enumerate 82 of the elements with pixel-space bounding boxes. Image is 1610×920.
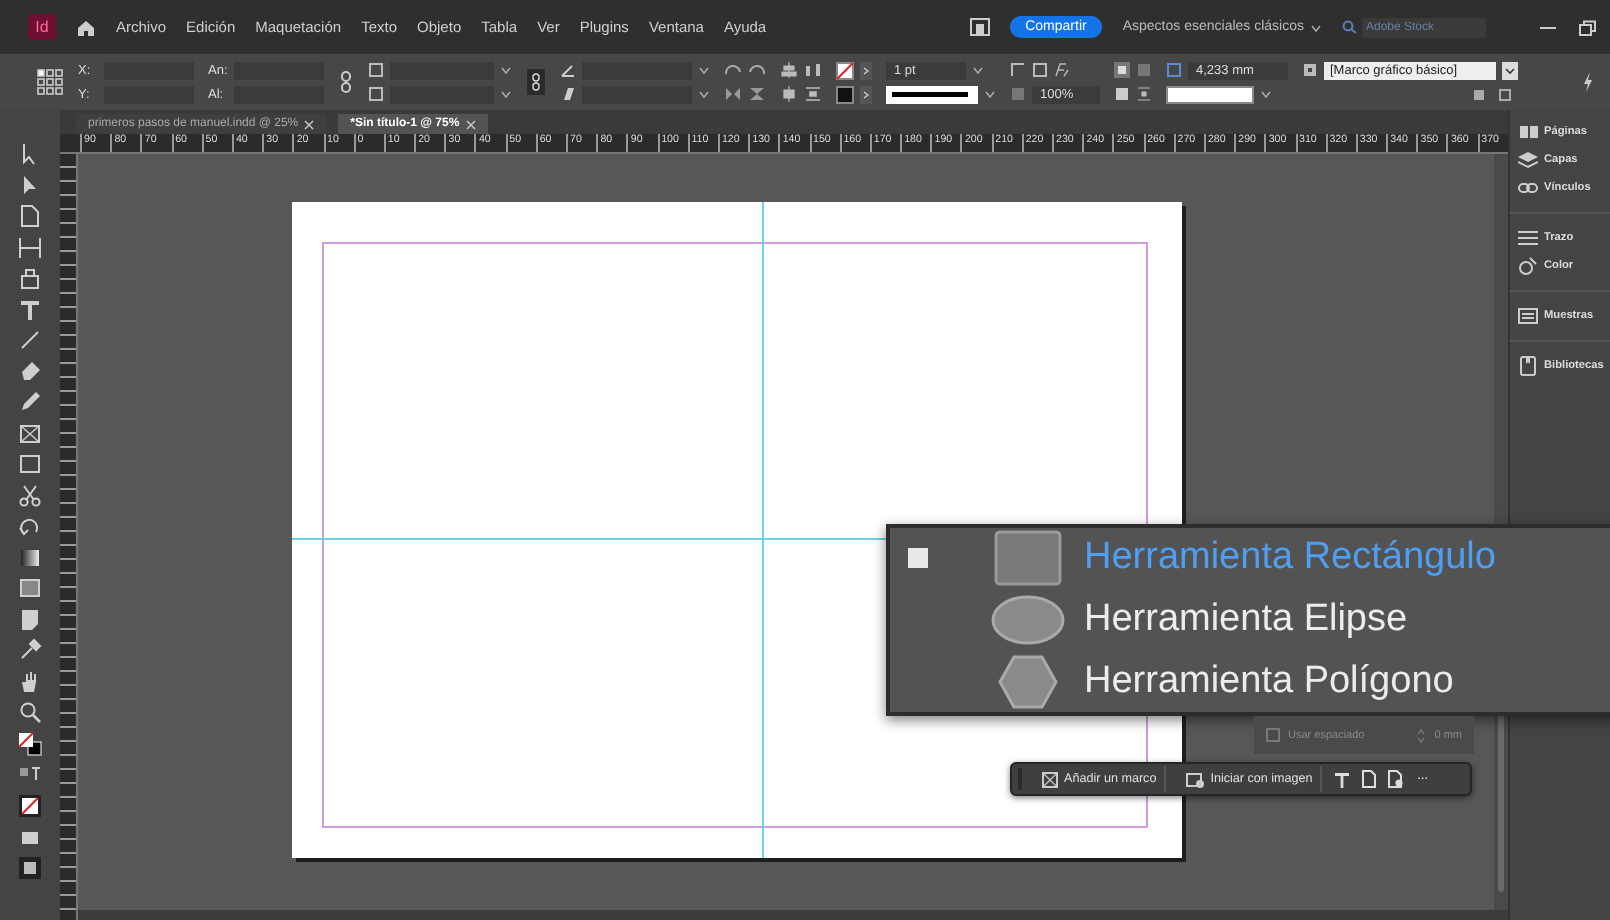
tool-menu-item[interactable]: Herramienta Polígono: [890, 650, 1610, 713]
ellipse-icon: [990, 594, 1066, 646]
zoom-icon[interactable]: [18, 700, 42, 724]
chevron-icon[interactable]: [1310, 21, 1322, 33]
screen-mode-icon[interactable]: [969, 18, 990, 36]
gradient-feather-icon[interactable]: [18, 576, 42, 600]
jump-icon[interactable]: [1114, 86, 1130, 102]
frame-icon: [1042, 771, 1058, 787]
direct-selection-icon[interactable]: [18, 173, 42, 197]
type-icon[interactable]: [18, 297, 42, 321]
jump-column-icon[interactable]: [1136, 86, 1152, 102]
apply-none-icon[interactable]: [18, 793, 42, 817]
libraries-icon: [1518, 356, 1538, 376]
content-collector-icon[interactable]: [18, 266, 42, 290]
close-icon[interactable]: [304, 119, 315, 129]
chain-icon[interactable]: [338, 70, 354, 94]
restore-icon[interactable]: [1578, 19, 1598, 35]
lightning-icon[interactable]: [1582, 72, 1594, 92]
angle-icon[interactable]: [560, 62, 576, 78]
image-icon: [1186, 771, 1205, 787]
horizontal-scrollbar[interactable]: [78, 910, 1508, 920]
view-icon[interactable]: [18, 855, 42, 879]
swatch-menu-icon[interactable]: [860, 85, 872, 103]
rotate-icon[interactable]: [18, 514, 42, 538]
distribute-icon[interactable]: [804, 62, 822, 78]
line-tool-icon[interactable]: [18, 328, 42, 352]
app-logo: Id: [28, 14, 56, 40]
scale-y-icon[interactable]: [368, 86, 384, 102]
pencil-icon[interactable]: [18, 390, 42, 414]
home-icon[interactable]: [76, 17, 96, 37]
scale-x-icon[interactable]: [368, 62, 384, 78]
fill-stroke-icon[interactable]: [18, 731, 42, 755]
align-center-icon[interactable]: [780, 86, 798, 102]
line-icon: [892, 90, 968, 98]
gradient-icon[interactable]: [18, 545, 42, 569]
fill-swatch-icon[interactable]: [836, 61, 854, 79]
wrap-icon[interactable]: [1114, 62, 1130, 78]
checkbox[interactable]: [1266, 728, 1280, 742]
layers-icon: [1518, 150, 1538, 170]
rotate-ccw-icon[interactable]: [748, 62, 766, 78]
search-icon: [1342, 20, 1358, 34]
effects-icon[interactable]: [1054, 62, 1070, 78]
rectangle-frame-icon[interactable]: [18, 421, 42, 445]
constrain-icon[interactable]: [526, 68, 546, 96]
square-icon[interactable]: [1032, 62, 1048, 78]
note-icon[interactable]: [18, 607, 42, 631]
pages-icon: [1518, 122, 1538, 142]
links-icon: [1518, 178, 1538, 198]
rectangle-icon: [994, 530, 1062, 587]
rectangle-icon[interactable]: [18, 452, 42, 476]
hand-icon[interactable]: [18, 669, 42, 693]
align-icon[interactable]: [780, 62, 798, 78]
stroke-swatch-icon[interactable]: [836, 85, 854, 103]
swatch-menu-icon[interactable]: [860, 61, 872, 79]
pen-icon[interactable]: [18, 359, 42, 383]
selected-marker: [908, 548, 928, 569]
offset-icon[interactable]: [1166, 62, 1182, 78]
tool-menu-item[interactable]: Herramienta Elipse: [890, 589, 1610, 651]
stroke-style-dropdown[interactable]: [886, 85, 978, 103]
distribute-spacing-icon[interactable]: [804, 86, 822, 102]
rotate-cw-icon[interactable]: [724, 62, 742, 78]
page-icon[interactable]: [1362, 770, 1377, 788]
hexagon-icon: [998, 653, 1058, 710]
color-icon: [1518, 256, 1538, 276]
caret-icon[interactable]: [1502, 61, 1518, 79]
reference-point-icon[interactable]: [36, 68, 64, 96]
formatting-icon[interactable]: [18, 762, 42, 786]
page-settings-icon[interactable]: [1388, 770, 1405, 788]
flip-horizontal-icon[interactable]: [724, 86, 742, 102]
object-style-icon[interactable]: [1302, 62, 1318, 78]
gap-icon[interactable]: [18, 235, 42, 259]
close-icon[interactable]: [465, 119, 476, 129]
fill-dropdown[interactable]: [1166, 85, 1254, 103]
caret-icon[interactable]: [1260, 88, 1272, 100]
scissors-icon[interactable]: [18, 483, 42, 507]
shear-icon[interactable]: [560, 86, 576, 102]
text-frame-icon[interactable]: [1334, 771, 1351, 787]
page-icon[interactable]: [18, 204, 42, 228]
flip-vertical-icon[interactable]: [748, 86, 766, 102]
frame-corner-icon[interactable]: [1010, 62, 1026, 78]
stroke-icon: [1518, 228, 1538, 248]
swatches-icon: [1518, 306, 1538, 326]
